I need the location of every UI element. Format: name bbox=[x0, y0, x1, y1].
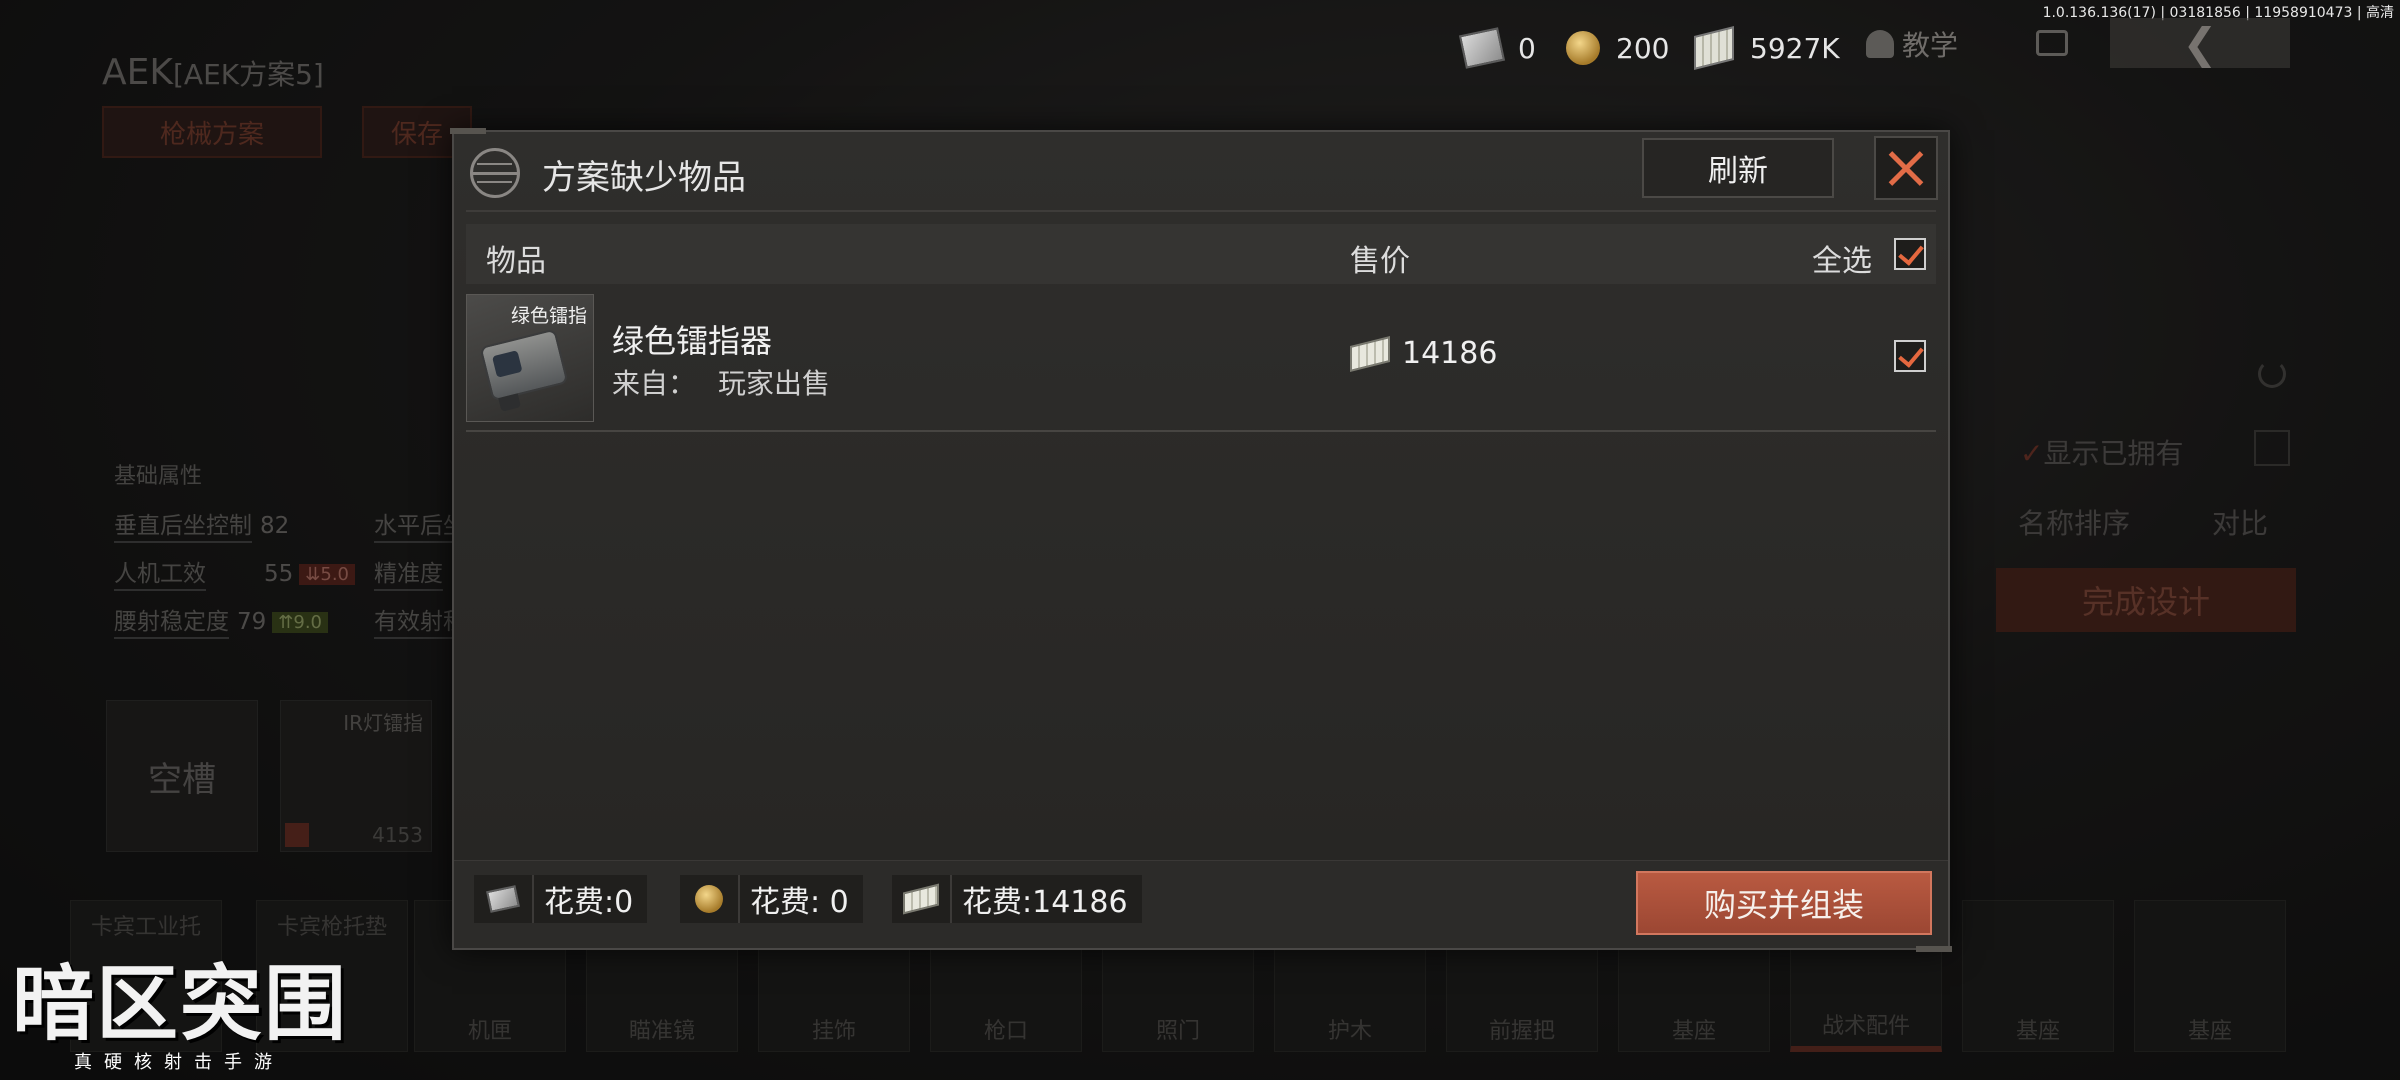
logo-text: 暗区突围 bbox=[12, 957, 349, 1052]
cost-label: 花费: 0 bbox=[750, 885, 849, 920]
table-row: 绿色镭指 绿色镭指器 来自： 玩家出售 14186 bbox=[466, 294, 1936, 430]
cost-ticket: 花费:0 bbox=[474, 875, 648, 923]
column-price: 售价 bbox=[1350, 244, 1410, 279]
cost-label: 花费:14186 bbox=[962, 885, 1128, 920]
item-price: 14186 bbox=[1350, 335, 1498, 372]
cost-cash: 花费:14186 bbox=[892, 875, 1142, 923]
cash-amount: 5927K bbox=[1750, 31, 1840, 65]
tutorial-label: 教学 bbox=[1902, 29, 1959, 62]
cash-icon bbox=[1694, 26, 1734, 70]
back-button[interactable]: ❮ bbox=[2110, 18, 2290, 68]
buy-and-assemble-button[interactable]: 购买并组装 bbox=[1636, 871, 1932, 935]
item-thumb-label: 绿色镭指 bbox=[510, 305, 587, 327]
resource-cash: 5927K bbox=[1694, 26, 1840, 70]
select-all-label: 全选 bbox=[1812, 244, 1872, 279]
cost-label: 花费:0 bbox=[544, 885, 634, 920]
item-checkbox[interactable] bbox=[1894, 340, 1926, 372]
ticket-icon bbox=[474, 875, 534, 923]
game-logo: 暗区突围 真硬核射击手游 bbox=[12, 960, 362, 1076]
item-price-value: 14186 bbox=[1402, 336, 1498, 371]
dialog-title: 方案缺少物品 bbox=[542, 158, 746, 198]
chevron-left-icon: ❮ bbox=[2182, 18, 2218, 68]
dialog-header: 方案缺少物品 刷新 bbox=[454, 132, 1948, 210]
item-thumbnail[interactable]: 绿色镭指 bbox=[466, 294, 594, 422]
tutorial-icon bbox=[1866, 30, 1894, 58]
divider bbox=[466, 430, 1936, 432]
item-source: 来自： 玩家出售 bbox=[612, 362, 830, 402]
laser-device-icon bbox=[479, 328, 569, 402]
close-button[interactable] bbox=[1874, 136, 1938, 200]
select-all-checkbox[interactable] bbox=[1894, 238, 1926, 270]
tutorial-button[interactable]: 教学 bbox=[1866, 24, 1958, 64]
cash-icon bbox=[892, 875, 952, 923]
ticket-icon bbox=[1458, 27, 1506, 69]
globe-icon bbox=[470, 148, 520, 198]
missing-items-dialog: 方案缺少物品 刷新 物品 售价 全选 绿色镭指 绿色镭指器 来自： 玩家出售 14… bbox=[450, 128, 1952, 952]
ticket-amount: 0 bbox=[1518, 31, 1536, 65]
dialog-footer: 花费:0 花费: 0 花费:14186 购买并组装 bbox=[454, 860, 1948, 948]
table-header: 物品 售价 全选 bbox=[466, 224, 1936, 284]
column-item: 物品 bbox=[486, 244, 546, 279]
cost-coin: 花费: 0 bbox=[680, 875, 863, 923]
divider bbox=[466, 210, 1936, 212]
resource-ticket: 0 bbox=[1458, 27, 1536, 69]
coin-icon bbox=[680, 875, 740, 923]
resource-coin: 200 bbox=[1566, 28, 1669, 68]
coin-amount: 200 bbox=[1616, 31, 1670, 65]
refresh-button[interactable]: 刷新 bbox=[1642, 138, 1834, 198]
cash-icon bbox=[1350, 335, 1390, 372]
item-source-label: 来自： bbox=[612, 367, 697, 400]
camera-icon[interactable] bbox=[2036, 30, 2068, 56]
item-name: 绿色镭指器 bbox=[612, 322, 773, 360]
coin-icon bbox=[1566, 31, 1600, 65]
item-source-value: 玩家出售 bbox=[718, 367, 831, 400]
